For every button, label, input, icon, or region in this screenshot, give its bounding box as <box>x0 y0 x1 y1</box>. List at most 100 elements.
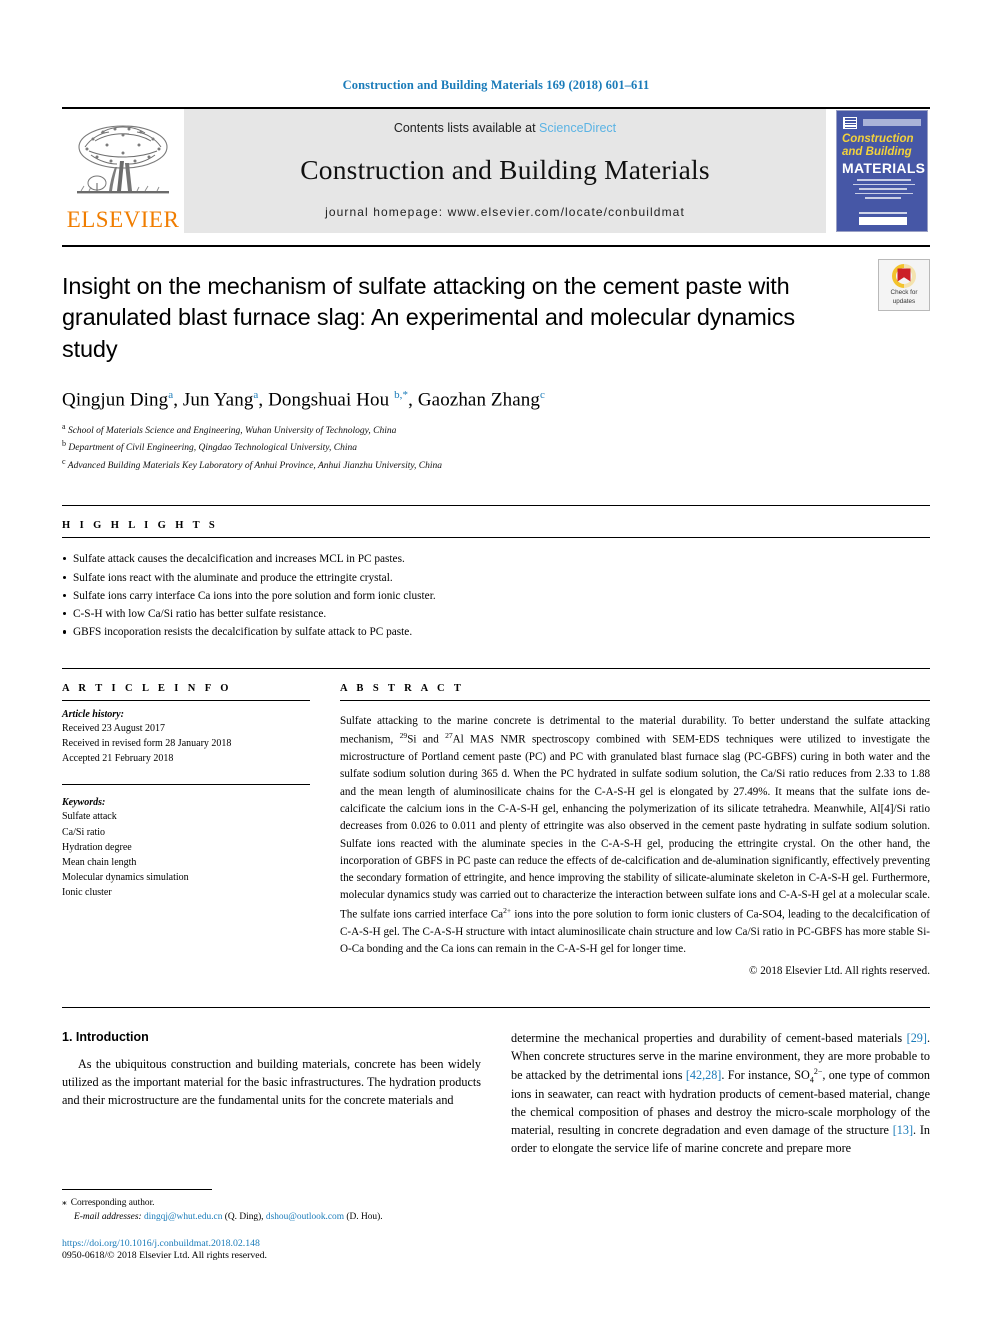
cover-title-line3: MATERIALS <box>842 160 926 176</box>
body-column-left: 1. Introduction As the ubiquitous constr… <box>62 1030 481 1157</box>
article-info-column: A R T I C L E I N F O Article history: R… <box>62 683 310 978</box>
corresponding-author-note: ⁎ Corresponding author. <box>62 1196 470 1210</box>
cover-footer <box>859 212 907 225</box>
affiliation-item: b Department of Civil Engineering, Qingd… <box>62 438 930 455</box>
list-item: GBFS incoporation resists the decalcific… <box>62 623 930 641</box>
contents-band: Contents lists available at ScienceDirec… <box>184 109 826 233</box>
citation-link-29[interactable]: [29] <box>907 1031 927 1045</box>
crossmark-badge[interactable]: Check for updates <box>878 259 930 311</box>
issn-copyright-line: 0950-0618/© 2018 Elsevier Ltd. All right… <box>62 1250 267 1261</box>
abstract-body: Sulfate attacking to the marine concrete… <box>340 713 930 959</box>
corresponding-author-marker: ⁎ <box>62 1197 67 1208</box>
title-block: Insight on the mechanism of sulfate atta… <box>62 245 930 473</box>
intro-right-part-3: . For instance, SO <box>721 1068 810 1082</box>
email-link-ding[interactable]: dingqj@whut.edu.cn <box>144 1212 222 1222</box>
author-affil-marker: b,* <box>394 388 409 401</box>
keyword-item: Molecular dynamics simulation <box>62 872 189 884</box>
affiliation-list: a School of Materials Science and Engine… <box>62 421 930 473</box>
list-item: C-S-H with low Ca/Si ratio has better su… <box>62 605 930 623</box>
footnote-block: ⁎ Corresponding author. E-mail addresses:… <box>62 1188 470 1261</box>
cover-subtitle-lines <box>851 179 915 202</box>
journal-cover-thumbnail[interactable]: Construction and Building MATERIALS <box>834 109 930 233</box>
page-title: Insight on the mechanism of sulfate atta… <box>62 273 795 362</box>
elsevier-wordmark: ELSEVIER <box>66 207 180 232</box>
abstract-part-2: Al MAS NMR spectroscopy combined with SE… <box>340 733 930 921</box>
author-name: Dongshuai Hou <box>268 389 390 411</box>
keyword-item: Hydration degree <box>62 841 132 853</box>
email-line: E-mail addresses: dingqj@whut.edu.cn (Q.… <box>62 1210 470 1224</box>
abstract-mid-1: Si and <box>407 733 446 746</box>
sulfate-subscript: 4 <box>809 1075 814 1085</box>
affiliation-marker: c <box>62 456 66 466</box>
keyword-item: Mean chain length <box>62 856 137 868</box>
author-list: Qingjun Dinga, Jun Yanga, Dongshuai Hou … <box>62 388 545 411</box>
keywords-block: Keywords: Sulfate attack Ca/Si ratio Hyd… <box>62 784 310 900</box>
author-affil-marker: a <box>168 388 174 401</box>
article-history-item: Accepted 21 February 2018 <box>62 753 174 765</box>
list-item: Sulfate ions carry interface Ca ions int… <box>62 587 930 605</box>
corresponding-author-text: Corresponding author. <box>70 1197 155 1208</box>
keyword-item: Ca/Si ratio <box>62 826 106 838</box>
journal-homepage-link[interactable]: journal homepage: www.elsevier.com/locat… <box>325 205 685 219</box>
article-history-item: Received 23 August 2017 <box>62 722 166 734</box>
body-section: 1. Introduction As the ubiquitous constr… <box>62 1007 930 1157</box>
affiliation-text: Department of Civil Engineering, Qingdao… <box>68 443 357 454</box>
body-column-right: determine the mechanical properties and … <box>511 1030 930 1157</box>
email-owner-ding: (Q. Ding), <box>224 1211 264 1222</box>
author-name: Qingjun Ding <box>62 389 169 411</box>
calcium-charge: 2+ <box>503 905 512 915</box>
journal-title: Construction and Building Materials <box>300 154 710 185</box>
highlights-section: H I G H L I G H T S Sulfate attack cause… <box>62 505 930 641</box>
doi-link[interactable]: https://doi.org/10.1016/j.conbuildmat.20… <box>62 1238 470 1249</box>
affiliation-item: a School of Materials Science and Engine… <box>62 421 930 438</box>
running-head: Construction and Building Materials 169 … <box>342 78 650 92</box>
article-info-heading: A R T I C L E I N F O <box>62 682 232 694</box>
affiliation-text: School of Materials Science and Engineer… <box>67 426 397 437</box>
intro-right-part-1: determine the mechanical properties and … <box>511 1031 907 1046</box>
info-abstract-section: A R T I C L E I N F O Article history: R… <box>62 667 930 978</box>
list-item: Sulfate attack causes the decalcificatio… <box>62 550 930 568</box>
abstract-copyright: © 2018 Elsevier Ltd. All rights reserved… <box>749 965 930 978</box>
intro-paragraph-right: determine the mechanical properties and … <box>511 1030 930 1157</box>
email-label: E-mail addresses: <box>74 1211 142 1222</box>
section-heading-introduction: 1. Introduction <box>62 1030 149 1045</box>
crossmark-label-1: Check for <box>890 289 918 297</box>
author-affil-marker: c <box>539 388 545 401</box>
affiliation-marker: a <box>62 422 66 432</box>
highlights-heading: H I G H L I G H T S <box>62 520 219 532</box>
abstract-column: A B S T R A C T Sulfate attacking to the… <box>340 682 930 978</box>
elsevier-tree-icon <box>77 125 169 194</box>
paper-page: Construction and Building Materials 169 … <box>0 0 992 1323</box>
elsevier-logo: ELSEVIER <box>62 109 184 233</box>
keyword-item: Ionic cluster <box>62 887 112 899</box>
email-link-hou[interactable]: dshou@outlook.com <box>266 1212 344 1222</box>
author-name: Gaozhan Zhang <box>417 389 540 411</box>
crossmark-label-2: updates <box>892 298 916 305</box>
intro-paragraph-left: As the ubiquitous construction and build… <box>62 1057 481 1107</box>
list-item: Sulfate ions react with the aluminate an… <box>62 569 930 587</box>
contents-prefix: Contents lists available at <box>393 121 540 135</box>
author-affil-marker: a <box>253 388 259 401</box>
affiliation-marker: b <box>62 439 66 449</box>
cover-title-line1: Construction <box>842 133 914 145</box>
citation-link-13[interactable]: [13] <box>893 1123 913 1137</box>
email-owner-hou: (D. Hou). <box>346 1211 383 1222</box>
article-history-title: Article history: <box>62 708 124 720</box>
affiliation-item: c Advanced Building Materials Key Labora… <box>62 456 930 473</box>
highlights-list: Sulfate attack causes the decalcificatio… <box>62 550 930 641</box>
article-history-item: Received in revised form 28 January 2018 <box>62 737 232 749</box>
cover-logo-icon <box>843 117 857 129</box>
journal-masthead: ELSEVIER Contents lists available at Sci… <box>62 107 930 233</box>
contents-available-line: Contents lists available at ScienceDirec… <box>394 121 616 135</box>
sciencedirect-link[interactable]: ScienceDirect <box>539 121 616 135</box>
crossmark-icon <box>892 264 916 289</box>
footnote-divider <box>62 1188 212 1190</box>
abstract-heading: A B S T R A C T <box>340 682 465 694</box>
isotope-27: 27 <box>445 731 453 741</box>
keyword-item: Sulfate attack <box>62 811 117 823</box>
keywords-title: Keywords: <box>62 797 106 809</box>
author-name: Jun Yang <box>182 389 254 411</box>
citation-link-42-28[interactable]: [42,28] <box>686 1068 722 1082</box>
cover-title-line2: and Building <box>842 146 912 158</box>
affiliation-text: Advanced Building Materials Key Laborato… <box>67 461 443 472</box>
